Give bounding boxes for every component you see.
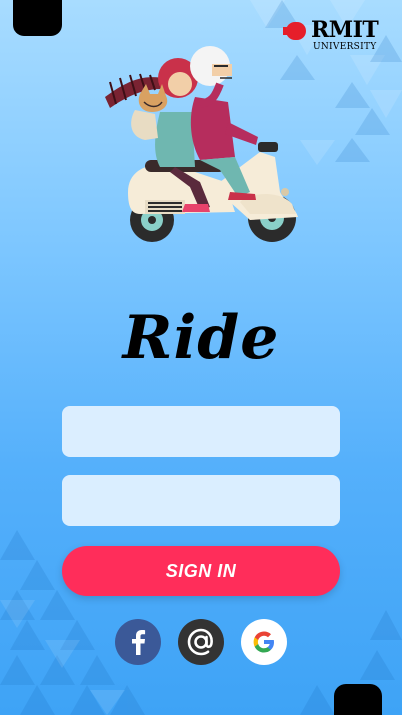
logo-subtitle: UNIVERSITY (313, 42, 377, 52)
scooter-riders-illustration (105, 46, 298, 242)
google-login-button[interactable] (241, 619, 287, 665)
login-screen: RMIT UNIVERSITY Ride SIGN IN (0, 0, 402, 715)
logo-text: RMIT (311, 17, 379, 43)
facebook-login-button[interactable] (115, 619, 161, 665)
facebook-icon (115, 619, 161, 665)
at-sign-icon (178, 619, 224, 665)
password-input[interactable] (62, 475, 340, 526)
username-input[interactable] (62, 406, 340, 457)
google-icon (241, 619, 287, 665)
rmit-pixel-mark-icon (283, 22, 306, 40)
app-title: Ride (122, 303, 280, 373)
email-login-button[interactable] (178, 619, 224, 665)
corner-shape-top-left (13, 0, 62, 36)
corner-shape-bottom-right (334, 684, 382, 715)
sign-in-button[interactable]: SIGN IN (62, 546, 340, 596)
